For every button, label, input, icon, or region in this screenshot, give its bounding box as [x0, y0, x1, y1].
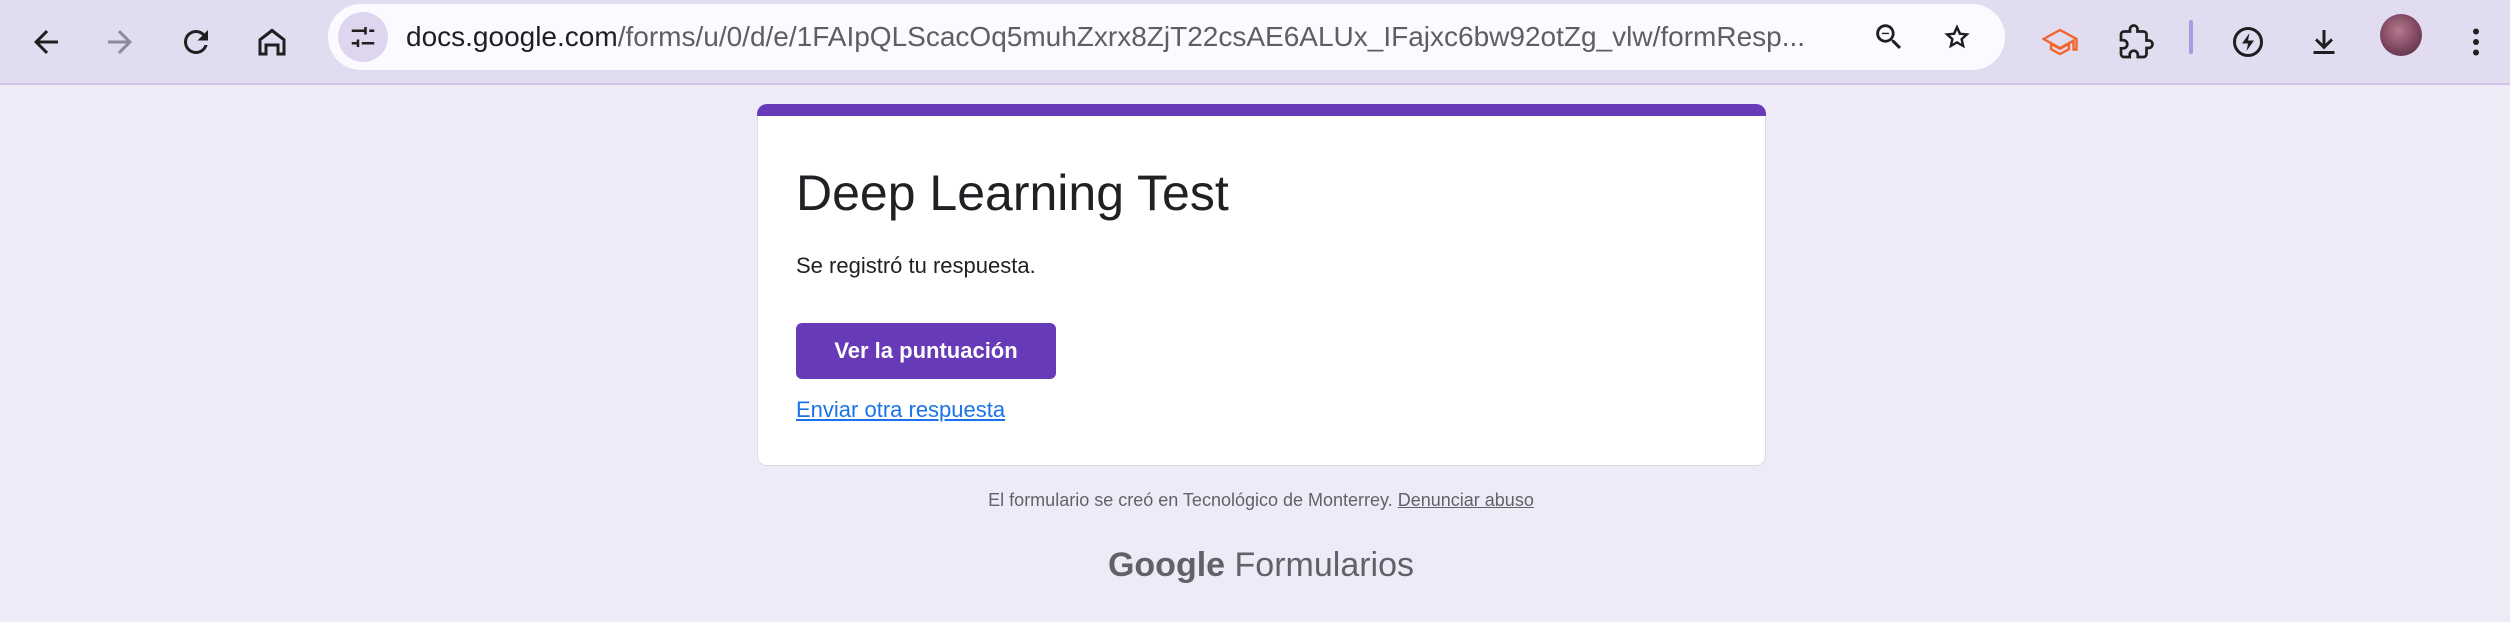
- toolbar-divider: [2189, 20, 2193, 54]
- graduation-cap-icon: [2042, 28, 2078, 56]
- home-icon: [258, 28, 286, 56]
- view-score-button[interactable]: Ver la puntuación: [796, 323, 1056, 379]
- url-text[interactable]: docs.google.com/forms/u/0/d/e/1FAIpQLSca…: [406, 4, 1836, 70]
- home-button[interactable]: [244, 14, 300, 70]
- brand-product: Formularios: [1234, 546, 1415, 584]
- reload-button[interactable]: [168, 14, 224, 70]
- back-button[interactable]: [18, 14, 74, 70]
- download-icon: [2313, 30, 2335, 54]
- tune-icon: [351, 27, 375, 47]
- url-host: docs.google.com: [406, 21, 618, 52]
- bookmark-button[interactable]: [1932, 12, 1982, 62]
- extension-button[interactable]: [2032, 14, 2088, 70]
- browser-menu-button[interactable]: [2448, 14, 2504, 70]
- confirmation-message: Se registró tu respuesta.: [796, 253, 1036, 278]
- performance-button[interactable]: [2220, 14, 2276, 70]
- browser-toolbar: docs.google.com/forms/u/0/d/e/1FAIpQLSca…: [0, 0, 2510, 85]
- kebab-menu-icon: [2473, 28, 2479, 56]
- form-confirmation-card: Deep Learning Test Se registró tu respue…: [757, 116, 1766, 466]
- google-forms-logo: Google Formularios: [0, 546, 2510, 585]
- footer-text: El formulario se creó en Tecnológico de …: [988, 490, 1393, 510]
- extensions-button[interactable]: [2108, 14, 2164, 70]
- zoom-button[interactable]: [1864, 12, 1914, 62]
- site-info-button[interactable]: [338, 12, 388, 62]
- reload-icon: [183, 29, 208, 54]
- forward-button[interactable]: [92, 14, 148, 70]
- arrow-left-icon: [34, 30, 58, 54]
- downloads-button[interactable]: [2296, 14, 2352, 70]
- profile-avatar[interactable]: [2380, 14, 2422, 56]
- url-path: /forms/u/0/d/e/1FAIpQLScacOq5muhZxrx8ZjT…: [617, 21, 1806, 52]
- address-bar[interactable]: docs.google.com/forms/u/0/d/e/1FAIpQLSca…: [328, 4, 2005, 70]
- arrow-right-icon: [108, 30, 132, 54]
- star-icon: [1944, 24, 1970, 49]
- puzzle-icon: [2119, 24, 2154, 59]
- footer-note: El formulario se creó en Tecnológico de …: [0, 490, 2510, 511]
- report-abuse-link[interactable]: Denunciar abuso: [1398, 490, 1534, 510]
- zoom-icon: [1876, 24, 1902, 50]
- brand-google: Google: [1107, 546, 1226, 584]
- form-title: Deep Learning Test: [796, 165, 1229, 221]
- submit-another-link[interactable]: Enviar otra respuesta: [796, 397, 1005, 423]
- speed-icon: [2233, 27, 2263, 57]
